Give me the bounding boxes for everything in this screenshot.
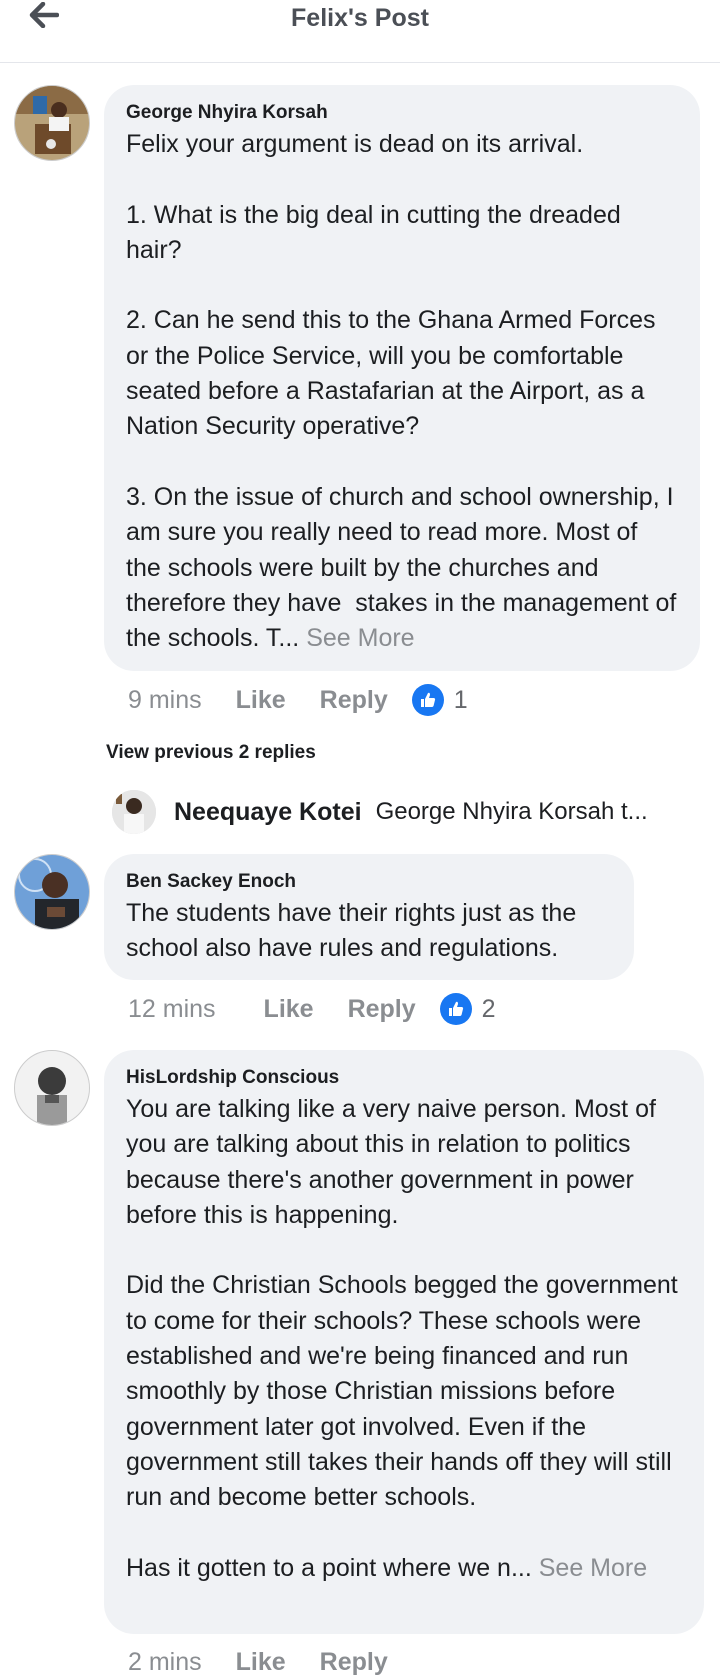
reply-button[interactable]: Reply (320, 686, 388, 715)
see-more-link[interactable]: See More (299, 624, 414, 652)
avatar[interactable] (14, 854, 90, 930)
reaction-summary[interactable]: 1 (411, 684, 468, 716)
avatar[interactable] (14, 85, 90, 161)
like-button[interactable]: Like (264, 995, 314, 1024)
comment-timestamp[interactable]: 2 mins (128, 1648, 202, 1677)
comment-timestamp[interactable]: 9 mins (128, 686, 202, 715)
like-button[interactable]: Like (236, 686, 286, 715)
reply-preview[interactable]: Neequaye Kotei George Nhyira Korsah t... (112, 788, 702, 836)
reaction-count: 1 (453, 685, 468, 714)
reaction-count: 2 (481, 994, 496, 1023)
post-header: Felix's Post (0, 0, 720, 63)
comment-bubble: George Nhyira Korsah Felix your argument… (104, 85, 700, 671)
thumbs-up-icon (411, 684, 444, 716)
comment-bubble: Ben Sackey Enoch The students have their… (104, 854, 634, 980)
comment-paragraph: Felix your argument is dead on its arriv… (126, 130, 584, 158)
like-button[interactable]: Like (236, 1648, 286, 1677)
reply-snippet: George Nhyira Korsah t... (375, 798, 648, 825)
comment-paragraph: 1. What is the big deal in cutting the d… (126, 200, 628, 264)
comment-paragraph-text: Has it gotten to a point where we n... (126, 1553, 532, 1582)
avatar (112, 790, 156, 834)
comment-paragraph: Has it gotten to a point where we n... S… (126, 1551, 682, 1586)
view-previous-replies-link[interactable]: View previous 2 replies (106, 742, 316, 764)
comment-text: The students have their rights just as t… (126, 896, 612, 967)
comment-bubble: HisLordship Conscious You are talking li… (104, 1050, 704, 1634)
comment-paragraph: Did the Christian Schools begged the gov… (126, 1271, 685, 1512)
reaction-summary[interactable]: 2 (439, 993, 496, 1025)
page-title: Felix's Post (291, 4, 429, 32)
reply-author[interactable]: Neequaye Kotei (174, 798, 362, 827)
comment-paragraph: You are talking like a very naive person… (126, 1095, 663, 1229)
comment-paragraph: The students have their rights just as t… (126, 899, 584, 963)
comment-paragraph: 3. On the issue of church and school own… (126, 480, 678, 656)
see-more-link[interactable]: See More (532, 1554, 647, 1582)
comment-author[interactable]: George Nhyira Korsah (126, 101, 678, 125)
reply-button[interactable]: Reply (348, 995, 416, 1024)
avatar[interactable] (14, 1050, 90, 1126)
comment-text: Felix your argument is dead on its arriv… (126, 127, 678, 656)
comment-paragraph: 2. Can he send this to the Ghana Armed F… (126, 306, 663, 441)
comment-actions: 12 mins Like Reply 2 (128, 989, 496, 1029)
comment-actions: 2 mins Like Reply (128, 1644, 388, 1680)
comment-author[interactable]: HisLordship Conscious (126, 1066, 682, 1090)
comment-author[interactable]: Ben Sackey Enoch (126, 870, 612, 894)
comment-text: You are talking like a very naive person… (126, 1092, 682, 1586)
comment-timestamp[interactable]: 12 mins (128, 995, 216, 1024)
comment-actions: 9 mins Like Reply 1 (128, 680, 468, 720)
reply-button[interactable]: Reply (320, 1648, 388, 1677)
thumbs-up-icon (439, 993, 472, 1025)
